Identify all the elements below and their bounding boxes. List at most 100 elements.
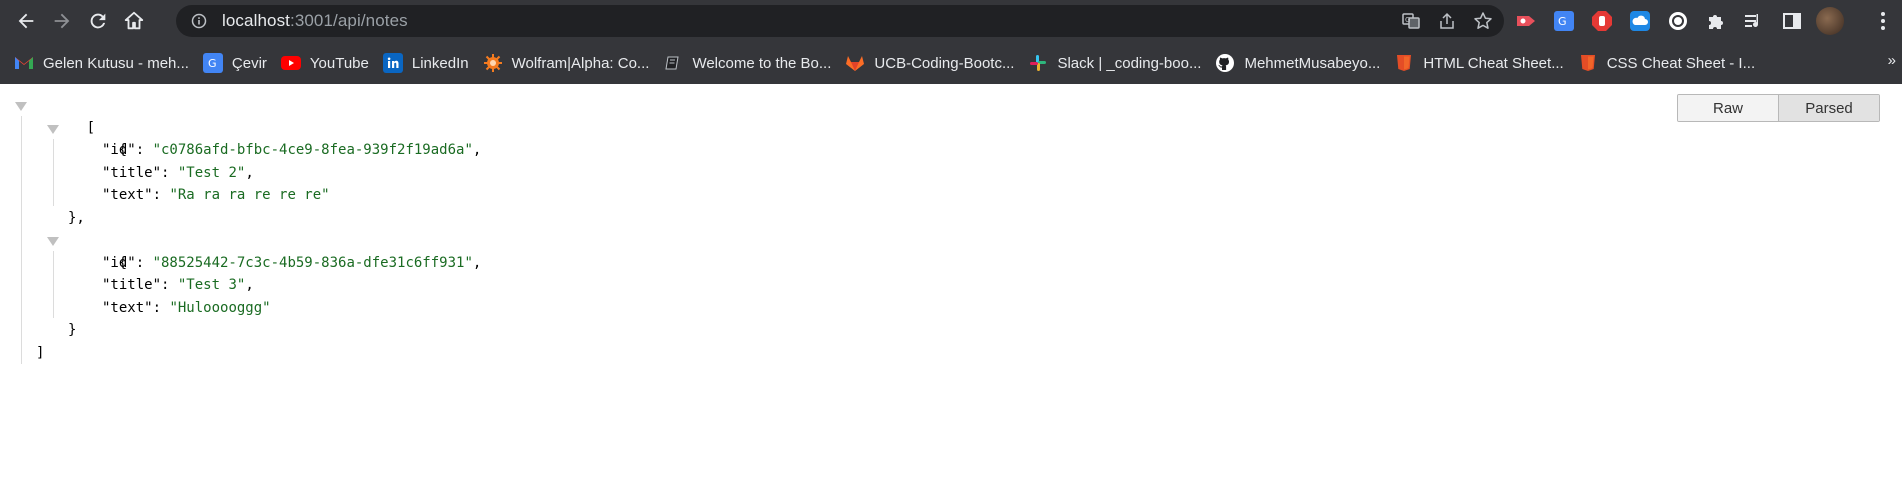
youtube-icon — [280, 53, 301, 73]
bookmark-label: MehmetMusabeyo... — [1244, 54, 1381, 72]
book-icon — [663, 53, 683, 73]
bookmark-label: Welcome to the Bo... — [692, 54, 832, 72]
json-property-title: "title": "Test 3", — [102, 277, 254, 293]
profile-avatar[interactable] — [1816, 7, 1844, 35]
bookmark-label: YouTube — [309, 54, 369, 72]
browser-chrome: localhost:3001/api/notes G G Gelen Kutus… — [0, 0, 1902, 84]
home-button[interactable] — [116, 3, 152, 39]
menu-button[interactable] — [1870, 8, 1896, 34]
json-key: "title" — [102, 277, 162, 293]
bookmark-label: LinkedIn — [411, 54, 469, 72]
info-icon[interactable] — [190, 12, 208, 30]
back-button[interactable] — [8, 3, 44, 39]
url-path: :3001/api/notes — [290, 11, 408, 30]
bookmark-welcome[interactable]: Welcome to the Bo... — [663, 48, 831, 78]
browser-toolbar: localhost:3001/api/notes G G — [0, 0, 1902, 42]
arrow-left-icon — [18, 13, 34, 29]
gmail-icon — [14, 53, 34, 73]
gitlab-icon — [845, 53, 865, 73]
more-vertical-icon — [1881, 12, 1885, 30]
html-icon — [1394, 53, 1414, 73]
bookmark-linkedin[interactable]: LinkedIn — [382, 48, 469, 78]
collapse-triangle-icon[interactable] — [15, 102, 27, 111]
css-icon — [1578, 53, 1598, 73]
bookmark-wolfram[interactable]: Wolfram|Alpha: Co... — [483, 48, 650, 78]
bookmark-gmail[interactable]: Gelen Kutusu - meh... — [14, 48, 189, 78]
address-bar[interactable]: localhost:3001/api/notes G — [176, 5, 1504, 37]
json-property-text: "text": "Hulooooggg" — [102, 299, 271, 316]
bookmark-label: HTML Cheat Sheet... — [1423, 54, 1564, 72]
bookmark-github[interactable]: MehmetMusabeyo... — [1215, 48, 1380, 78]
translate-icon[interactable]: G — [1398, 8, 1424, 34]
json-viewer: [ { "id": "c0786afd-bfbc-4ce9-8fea-939f2… — [0, 84, 1902, 496]
object-close-line: }, — [0, 207, 481, 230]
svg-text:G: G — [208, 57, 217, 70]
bookmark-youtube[interactable]: YouTube — [280, 48, 369, 78]
json-string-value: "c0786afd-bfbc-4ce9-8fea-939f2f19ad6a" — [152, 142, 473, 158]
cloud-extension-icon[interactable] — [1626, 7, 1654, 35]
collapse-triangle-icon[interactable] — [47, 237, 59, 246]
reload-button[interactable] — [80, 3, 116, 39]
bookmark-label: Çevir — [231, 54, 267, 72]
omnibox-actions: G — [1398, 5, 1496, 37]
reload-icon — [90, 13, 106, 29]
star-icon[interactable] — [1470, 8, 1496, 34]
json-property-id: "id": "c0786afd-bfbc-4ce9-8fea-939f2f19a… — [102, 142, 482, 158]
bookmark-label: Wolfram|Alpha: Co... — [511, 54, 650, 72]
bookmarks-overflow-button[interactable]: » — [1888, 52, 1896, 69]
view-mode-toggle: Raw Parsed — [1677, 94, 1880, 122]
bookmark-label: UCB-Coding-Bootc... — [874, 54, 1015, 72]
raw-button[interactable]: Raw — [1678, 95, 1778, 121]
share-icon[interactable] — [1434, 8, 1460, 34]
json-key: "title" — [102, 164, 162, 181]
bookmark-css-cheat-sheet[interactable]: CSS Cheat Sheet - I... — [1578, 48, 1755, 78]
json-key: "id" — [102, 142, 136, 158]
bookmark-label: Slack | _coding-boo... — [1057, 54, 1202, 72]
puzzle-extensions-icon[interactable] — [1702, 7, 1730, 35]
json-key: "text" — [102, 299, 153, 316]
extensions-area: G — [1512, 5, 1844, 37]
json-property-text: "text": "Ra ra ra re re re" — [102, 187, 330, 203]
ad-blocker-extension-icon[interactable] — [1588, 7, 1616, 35]
json-key: "id" — [102, 254, 136, 271]
google-translate-extension-icon[interactable]: G — [1550, 7, 1578, 35]
json-tree: [ { "id": "c0786afd-bfbc-4ce9-8fea-939f2… — [0, 94, 481, 364]
array-close-bracket: ] — [36, 344, 45, 361]
home-icon — [124, 11, 144, 30]
object-open-line: { — [0, 229, 481, 271]
screen-recorder-extension-icon[interactable] — [1512, 7, 1540, 35]
array-close-line: ] — [0, 342, 481, 365]
side-panel-icon[interactable] — [1778, 7, 1806, 35]
slack-icon — [1028, 53, 1048, 73]
json-string-value: "Test 2" — [177, 164, 246, 181]
linkedin-icon — [382, 53, 403, 73]
github-icon — [1215, 53, 1235, 73]
array-open-line: [ — [0, 94, 481, 136]
svg-text:G: G — [1405, 16, 1410, 24]
bookmark-translate[interactable]: G Çevir — [202, 48, 267, 78]
bookmark-html-cheat-sheet[interactable]: HTML Cheat Sheet... — [1394, 48, 1564, 78]
bookmark-label: Gelen Kutusu - meh... — [43, 54, 189, 72]
bookmark-slack[interactable]: Slack | _coding-boo... — [1028, 48, 1201, 78]
object-close-brace: } — [68, 322, 77, 338]
url-host: localhost — [222, 11, 290, 30]
json-key: "text" — [102, 187, 153, 203]
circle-extension-icon[interactable] — [1664, 7, 1692, 35]
wolfram-icon — [483, 53, 503, 73]
media-control-icon[interactable] — [1740, 7, 1768, 35]
google-translate-icon: G — [202, 53, 223, 73]
url-text: localhost:3001/api/notes — [222, 11, 408, 31]
json-property-id: "id": "88525442-7c3c-4b59-836a-dfe31c6ff… — [102, 254, 482, 271]
json-string-value: "88525442-7c3c-4b59-836a-dfe31c6ff931" — [152, 254, 473, 271]
json-string-value: "Ra ra ra re re re" — [169, 187, 330, 203]
bookmark-gitlab[interactable]: UCB-Coding-Bootc... — [845, 48, 1014, 78]
arrow-right-icon — [54, 13, 70, 29]
forward-button[interactable] — [44, 3, 80, 39]
collapse-triangle-icon[interactable] — [47, 124, 59, 134]
bookmark-label: CSS Cheat Sheet - I... — [1606, 54, 1756, 72]
json-property-title: "title": "Test 2", — [102, 164, 254, 181]
object-close-line: } — [0, 319, 481, 342]
bookmarks-bar: Gelen Kutusu - meh... G Çevir YouTube Li… — [0, 42, 1902, 84]
parsed-button[interactable]: Parsed — [1778, 95, 1879, 121]
svg-text:G: G — [1558, 15, 1567, 28]
